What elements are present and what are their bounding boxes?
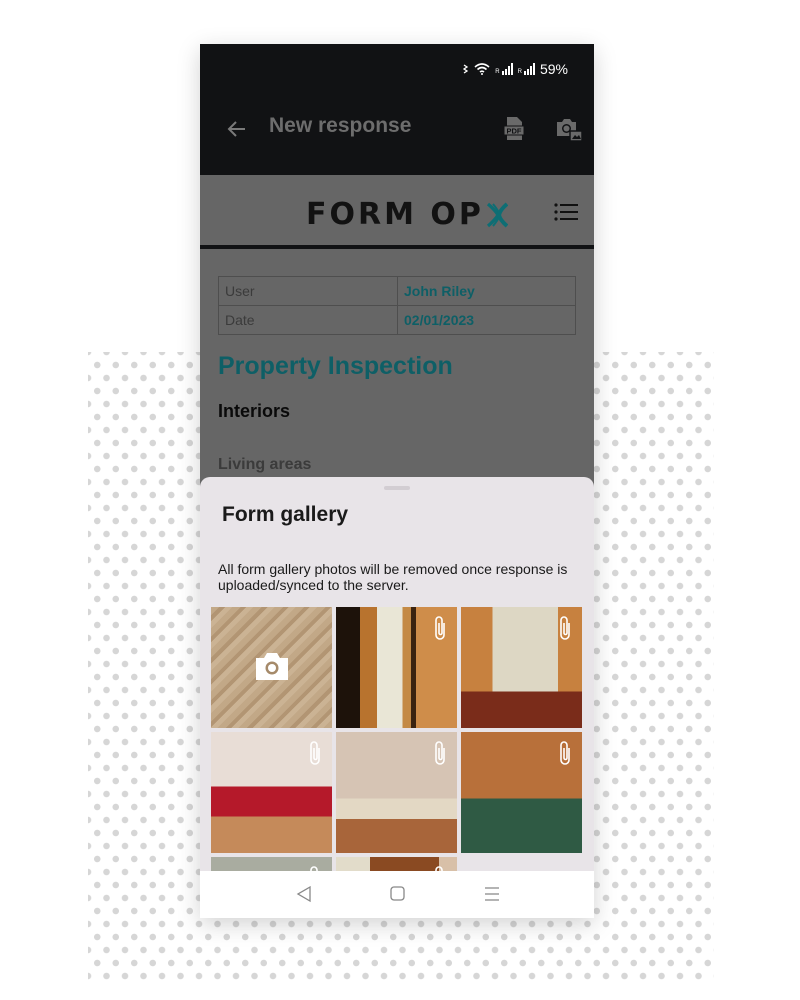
logo-x-mark-icon bbox=[486, 201, 508, 228]
paperclip-icon bbox=[560, 741, 570, 765]
form-title: Property Inspection bbox=[218, 352, 453, 380]
camera-icon bbox=[256, 653, 288, 680]
arrow-left-icon[interactable] bbox=[226, 118, 248, 140]
system-nav-bar bbox=[200, 871, 594, 918]
app-bar: R R 59% New response PDF bbox=[200, 44, 594, 175]
table-row: Date 02/01/2023 bbox=[218, 305, 576, 335]
info-value: 02/01/2023 bbox=[397, 305, 576, 335]
gallery-photo[interactable] bbox=[211, 732, 332, 853]
camera-gallery-icon[interactable] bbox=[555, 116, 583, 142]
svg-text:PDF: PDF bbox=[507, 127, 522, 136]
form-opx-logo: FORM OP bbox=[306, 197, 508, 232]
sheet-drag-handle[interactable] bbox=[384, 486, 410, 490]
signal-icon: R bbox=[518, 63, 535, 75]
sheet-note: All form gallery photos will be removed … bbox=[218, 561, 568, 593]
lines-recents-icon[interactable] bbox=[482, 885, 502, 903]
paperclip-icon bbox=[310, 741, 320, 765]
form-gallery-sheet: Form gallery All form gallery photos wil… bbox=[200, 477, 594, 918]
pdf-icon[interactable]: PDF bbox=[503, 116, 525, 142]
subsection-heading: Living areas bbox=[218, 456, 312, 473]
section-heading: Interiors bbox=[218, 401, 291, 421]
battery-level: 59% bbox=[539, 61, 568, 77]
gallery-photo[interactable] bbox=[336, 732, 457, 853]
sheet-title: Form gallery bbox=[222, 503, 349, 526]
signal-icon: R bbox=[495, 63, 513, 75]
info-label: Date bbox=[218, 305, 398, 335]
info-label: User bbox=[218, 276, 398, 306]
gallery-photo[interactable] bbox=[336, 607, 457, 728]
table-row: User John Riley bbox=[218, 276, 576, 306]
response-info-table: User John Riley Date 02/01/2023 bbox=[218, 276, 576, 335]
logo-text: FORM OP bbox=[306, 197, 484, 232]
paperclip-icon bbox=[560, 616, 570, 640]
gallery-photo[interactable] bbox=[461, 607, 582, 728]
gallery-photo[interactable] bbox=[461, 732, 582, 853]
page-title: New response bbox=[269, 114, 412, 137]
list-menu-icon[interactable] bbox=[554, 202, 578, 222]
bluetooth-icon bbox=[463, 64, 469, 74]
brand-header: FORM OP bbox=[200, 175, 594, 249]
capture-photo-tile[interactable] bbox=[211, 607, 332, 728]
paperclip-icon bbox=[435, 741, 445, 765]
triangle-back-icon[interactable] bbox=[295, 885, 315, 903]
paperclip-icon bbox=[435, 616, 445, 640]
wifi-icon bbox=[474, 63, 490, 75]
status-bar: R R 59% bbox=[463, 61, 568, 77]
square-home-icon[interactable] bbox=[388, 885, 408, 903]
phone-screen: R R 59% New response PDF FORM OP User Jo… bbox=[200, 44, 594, 918]
info-value: John Riley bbox=[397, 276, 576, 306]
